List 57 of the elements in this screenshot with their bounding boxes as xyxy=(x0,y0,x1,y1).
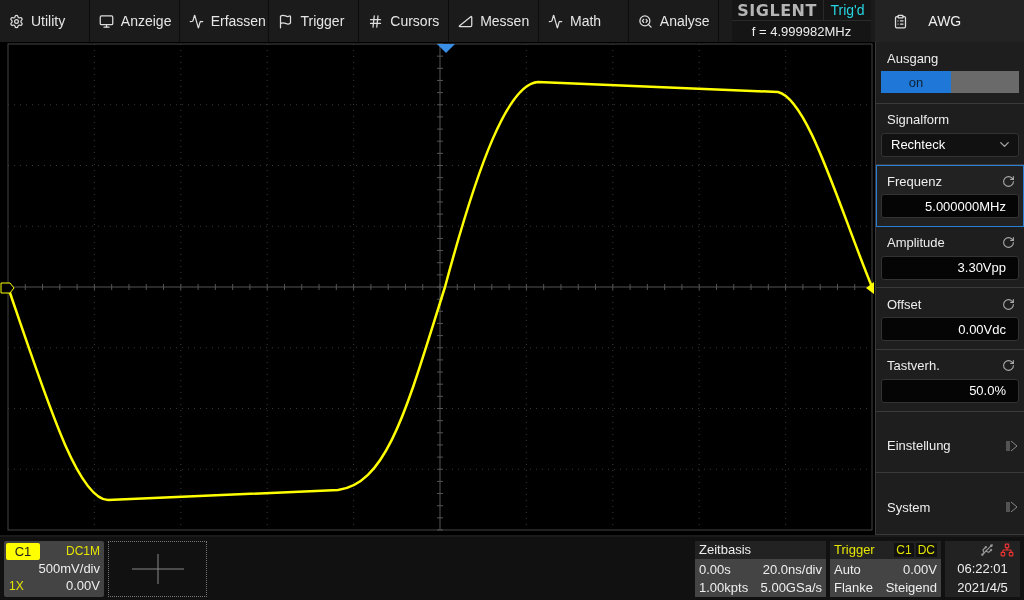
trigger-mode: Auto xyxy=(833,561,862,579)
clock-time: 06:22:01 xyxy=(957,560,1008,576)
item-label: Signalform xyxy=(887,112,950,128)
timebase-panel[interactable]: Zeitbasis 0.00s 20.0ns/div 1.00kpts 5.00GSa/s xyxy=(695,540,826,597)
panel-title: AWG xyxy=(928,13,962,29)
usb-icon xyxy=(980,542,994,557)
sample-rate: 5.00GSa/s xyxy=(759,579,823,597)
trigger-level: 0.00V xyxy=(902,561,938,579)
channel-panel[interactable]: C1 DC1M 500mV/div 1X 0.00V xyxy=(4,540,104,597)
timebase-title: Zeitbasis xyxy=(699,542,752,557)
settings-icon xyxy=(9,13,24,29)
triangle-ruler-icon xyxy=(458,13,474,29)
trigger-source: C1 xyxy=(894,542,914,557)
item-label: Amplitude xyxy=(887,235,945,251)
trigger-status: Trig'd xyxy=(829,1,866,20)
trigger-type: Flanke xyxy=(833,579,875,597)
item-label: Frequenz xyxy=(887,173,942,189)
clipboard-icon xyxy=(893,13,909,29)
clock-date: 2021/4/5 xyxy=(957,579,1008,595)
probe-label: 1X xyxy=(8,578,24,593)
value-field[interactable]: 5.000000MHz xyxy=(881,194,1019,219)
coupling-label: DC1M xyxy=(65,544,100,559)
frequency-readout: f = 4.999982MHz xyxy=(731,20,872,42)
channel-tag: C1 xyxy=(6,542,40,560)
trigger-position-icon xyxy=(437,44,455,53)
submenu-arrow-icon xyxy=(1006,439,1018,452)
network-icon xyxy=(1000,542,1014,557)
reset-icon xyxy=(1002,297,1015,311)
reset-icon xyxy=(1002,359,1015,373)
time-delay: 0.00s xyxy=(698,561,732,579)
channel-offset: 0.00V xyxy=(66,578,100,594)
trigger-panel[interactable]: Trigger C1 DC Auto 0.00V Flanke Steigend xyxy=(830,540,941,597)
flag-icon xyxy=(278,13,294,29)
trigger-title: Trigger xyxy=(834,542,875,557)
grid-icon xyxy=(368,13,384,29)
waveform-dropdown[interactable]: Rechteck xyxy=(881,132,1019,157)
output-toggle[interactable]: on xyxy=(881,71,1019,93)
value-field[interactable]: 3.30Vpp xyxy=(881,255,1019,280)
empty-slot[interactable] xyxy=(108,540,207,597)
plus-icon xyxy=(131,553,184,584)
value-field[interactable]: 50.0% xyxy=(881,378,1019,403)
time-scale: 20.0ns/div xyxy=(761,561,823,579)
menu-item[interactable]: Frequenz 5.000000MHz xyxy=(876,165,1024,227)
reset-icon xyxy=(1002,174,1015,188)
trigger-slope: Steigend xyxy=(884,579,938,597)
monitor-icon xyxy=(98,13,114,29)
item-label: Offset xyxy=(887,296,922,312)
memory-depth: 1.00kpts xyxy=(698,579,750,597)
item-label: Ausgang xyxy=(887,50,939,66)
item-label: Tastverh. xyxy=(887,358,940,374)
submenu-arrow-icon xyxy=(1006,501,1018,514)
reset-icon xyxy=(1002,236,1015,250)
magnifier-icon xyxy=(637,13,653,29)
vertical-scale: 500mV/div xyxy=(38,561,100,576)
brand-logo: SIGLENT xyxy=(731,0,824,20)
value-field[interactable]: 0.00Vdc xyxy=(881,317,1019,342)
trigger-coupling: DC xyxy=(915,542,937,557)
